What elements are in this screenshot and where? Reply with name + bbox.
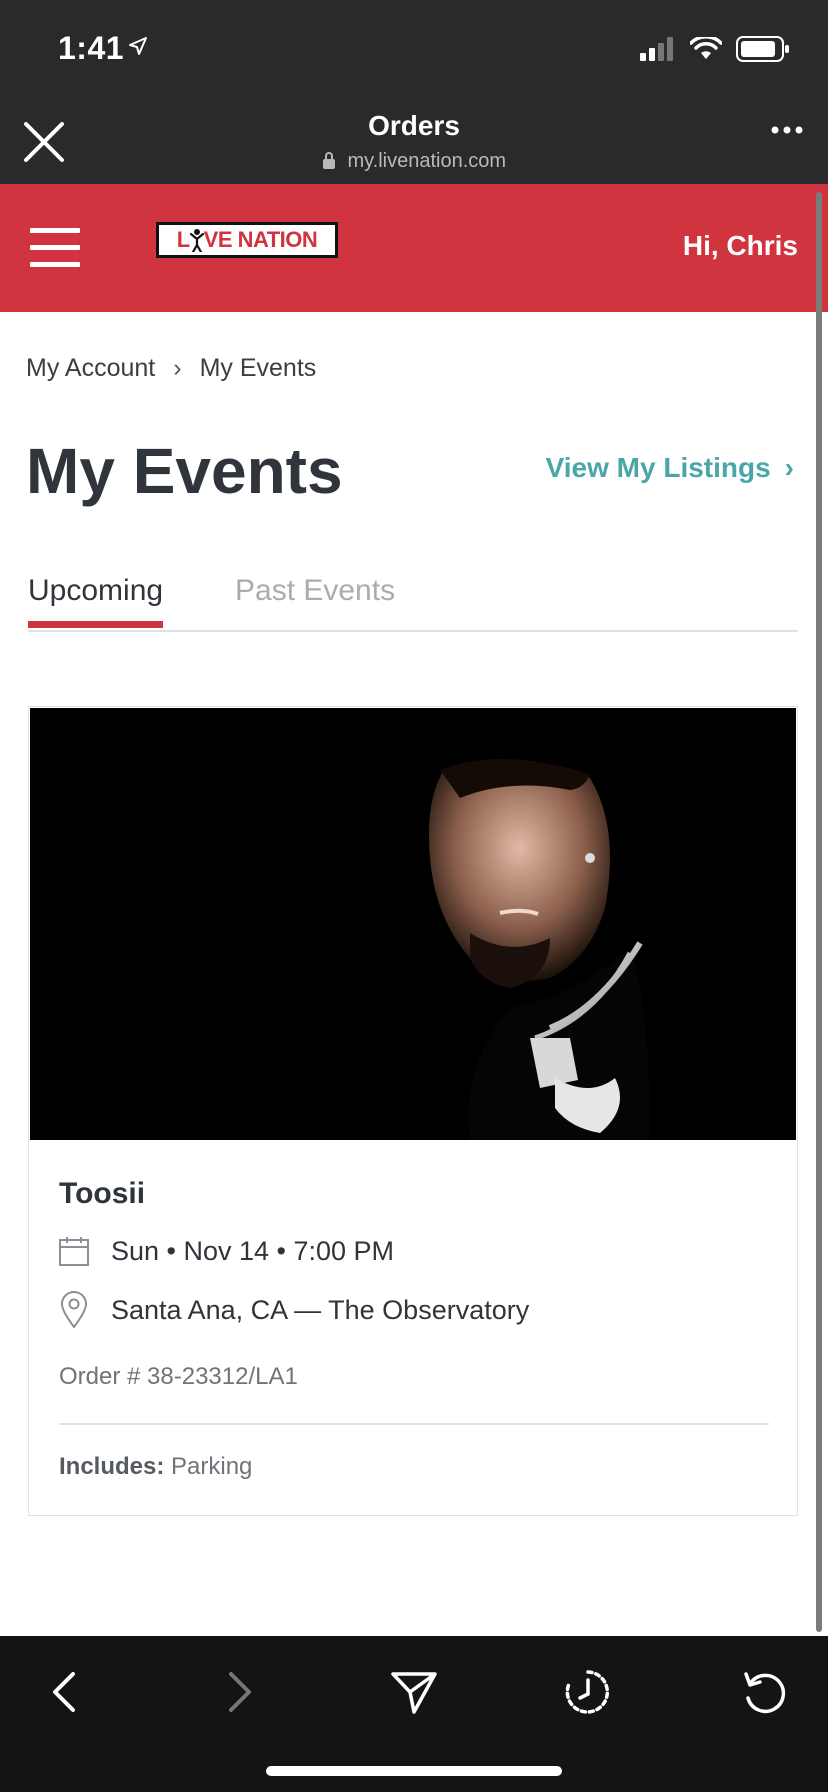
history-icon[interactable] [558,1662,618,1722]
url-text: my.livenation.com [347,150,507,172]
more-icon[interactable] [770,124,804,136]
tab-upcoming[interactable]: Upcoming [28,574,164,628]
event-date: Sun • Nov 14 • 7:00 PM [111,1235,395,1266]
chevron-right-icon: › [784,452,794,483]
user-greeting[interactable]: Hi, Chris [683,230,798,262]
browser-nav-bar: Orders my.livenation.com [0,100,828,184]
order-number: Order # 38-23312/LA1 [59,1363,298,1390]
battery-icon [736,36,789,62]
browser-title: Orders [368,110,460,141]
signal-icon [640,37,673,61]
home-indicator[interactable] [266,1766,562,1776]
breadcrumb-my-events: My Events [199,354,317,382]
web-content: L VE NATION Hi, Chris My Account › My Even… [0,184,828,1636]
breadcrumb: My Account › My Events [26,354,316,383]
tab-past-events[interactable]: Past Events [235,574,395,608]
status-bar: 1:41 [0,0,828,100]
wifi-icon [690,37,722,59]
event-date-row: Sun • Nov 14 • 7:00 PM [57,1235,394,1267]
breadcrumb-my-account[interactable]: My Account [26,354,155,382]
includes-value: Parking [171,1453,253,1480]
back-icon[interactable] [34,1662,94,1722]
logo-figure-icon [189,229,204,252]
event-card[interactable]: Toosii Sun • Nov 14 • 7:00 PM Santa Ana,… [28,706,798,1516]
breadcrumb-separator: › [173,354,182,382]
live-nation-logo[interactable]: L VE NATION [156,222,338,258]
location-pin-icon [60,1291,88,1329]
card-divider [59,1423,769,1425]
calendar-icon [59,1237,89,1266]
artist-photo-illustration [30,708,796,1140]
menu-icon[interactable] [30,228,80,268]
status-time: 1:41 [58,30,125,66]
location-arrow-icon [129,37,147,55]
view-my-listings-link[interactable]: View My Listings › [546,452,794,484]
status-icons [640,36,790,62]
event-venue: Santa Ana, CA — The Observatory [111,1294,530,1325]
share-icon[interactable] [384,1662,444,1722]
includes-info: Includes: Parking [59,1453,252,1481]
lock-icon [322,152,335,169]
site-header: L VE NATION Hi, Chris [0,184,828,312]
event-tabs: Upcoming Past Events [28,574,798,632]
event-name[interactable]: Toosii [59,1177,145,1211]
includes-label: Includes: [59,1453,165,1480]
event-image [30,708,796,1140]
scrollbar[interactable] [816,192,822,1632]
event-venue-row: Santa Ana, CA — The Observatory [57,1291,529,1329]
reload-icon[interactable] [734,1662,794,1722]
browser-url: my.livenation.com [0,150,828,173]
page-title: My Events [26,435,343,507]
forward-icon[interactable] [210,1662,270,1722]
